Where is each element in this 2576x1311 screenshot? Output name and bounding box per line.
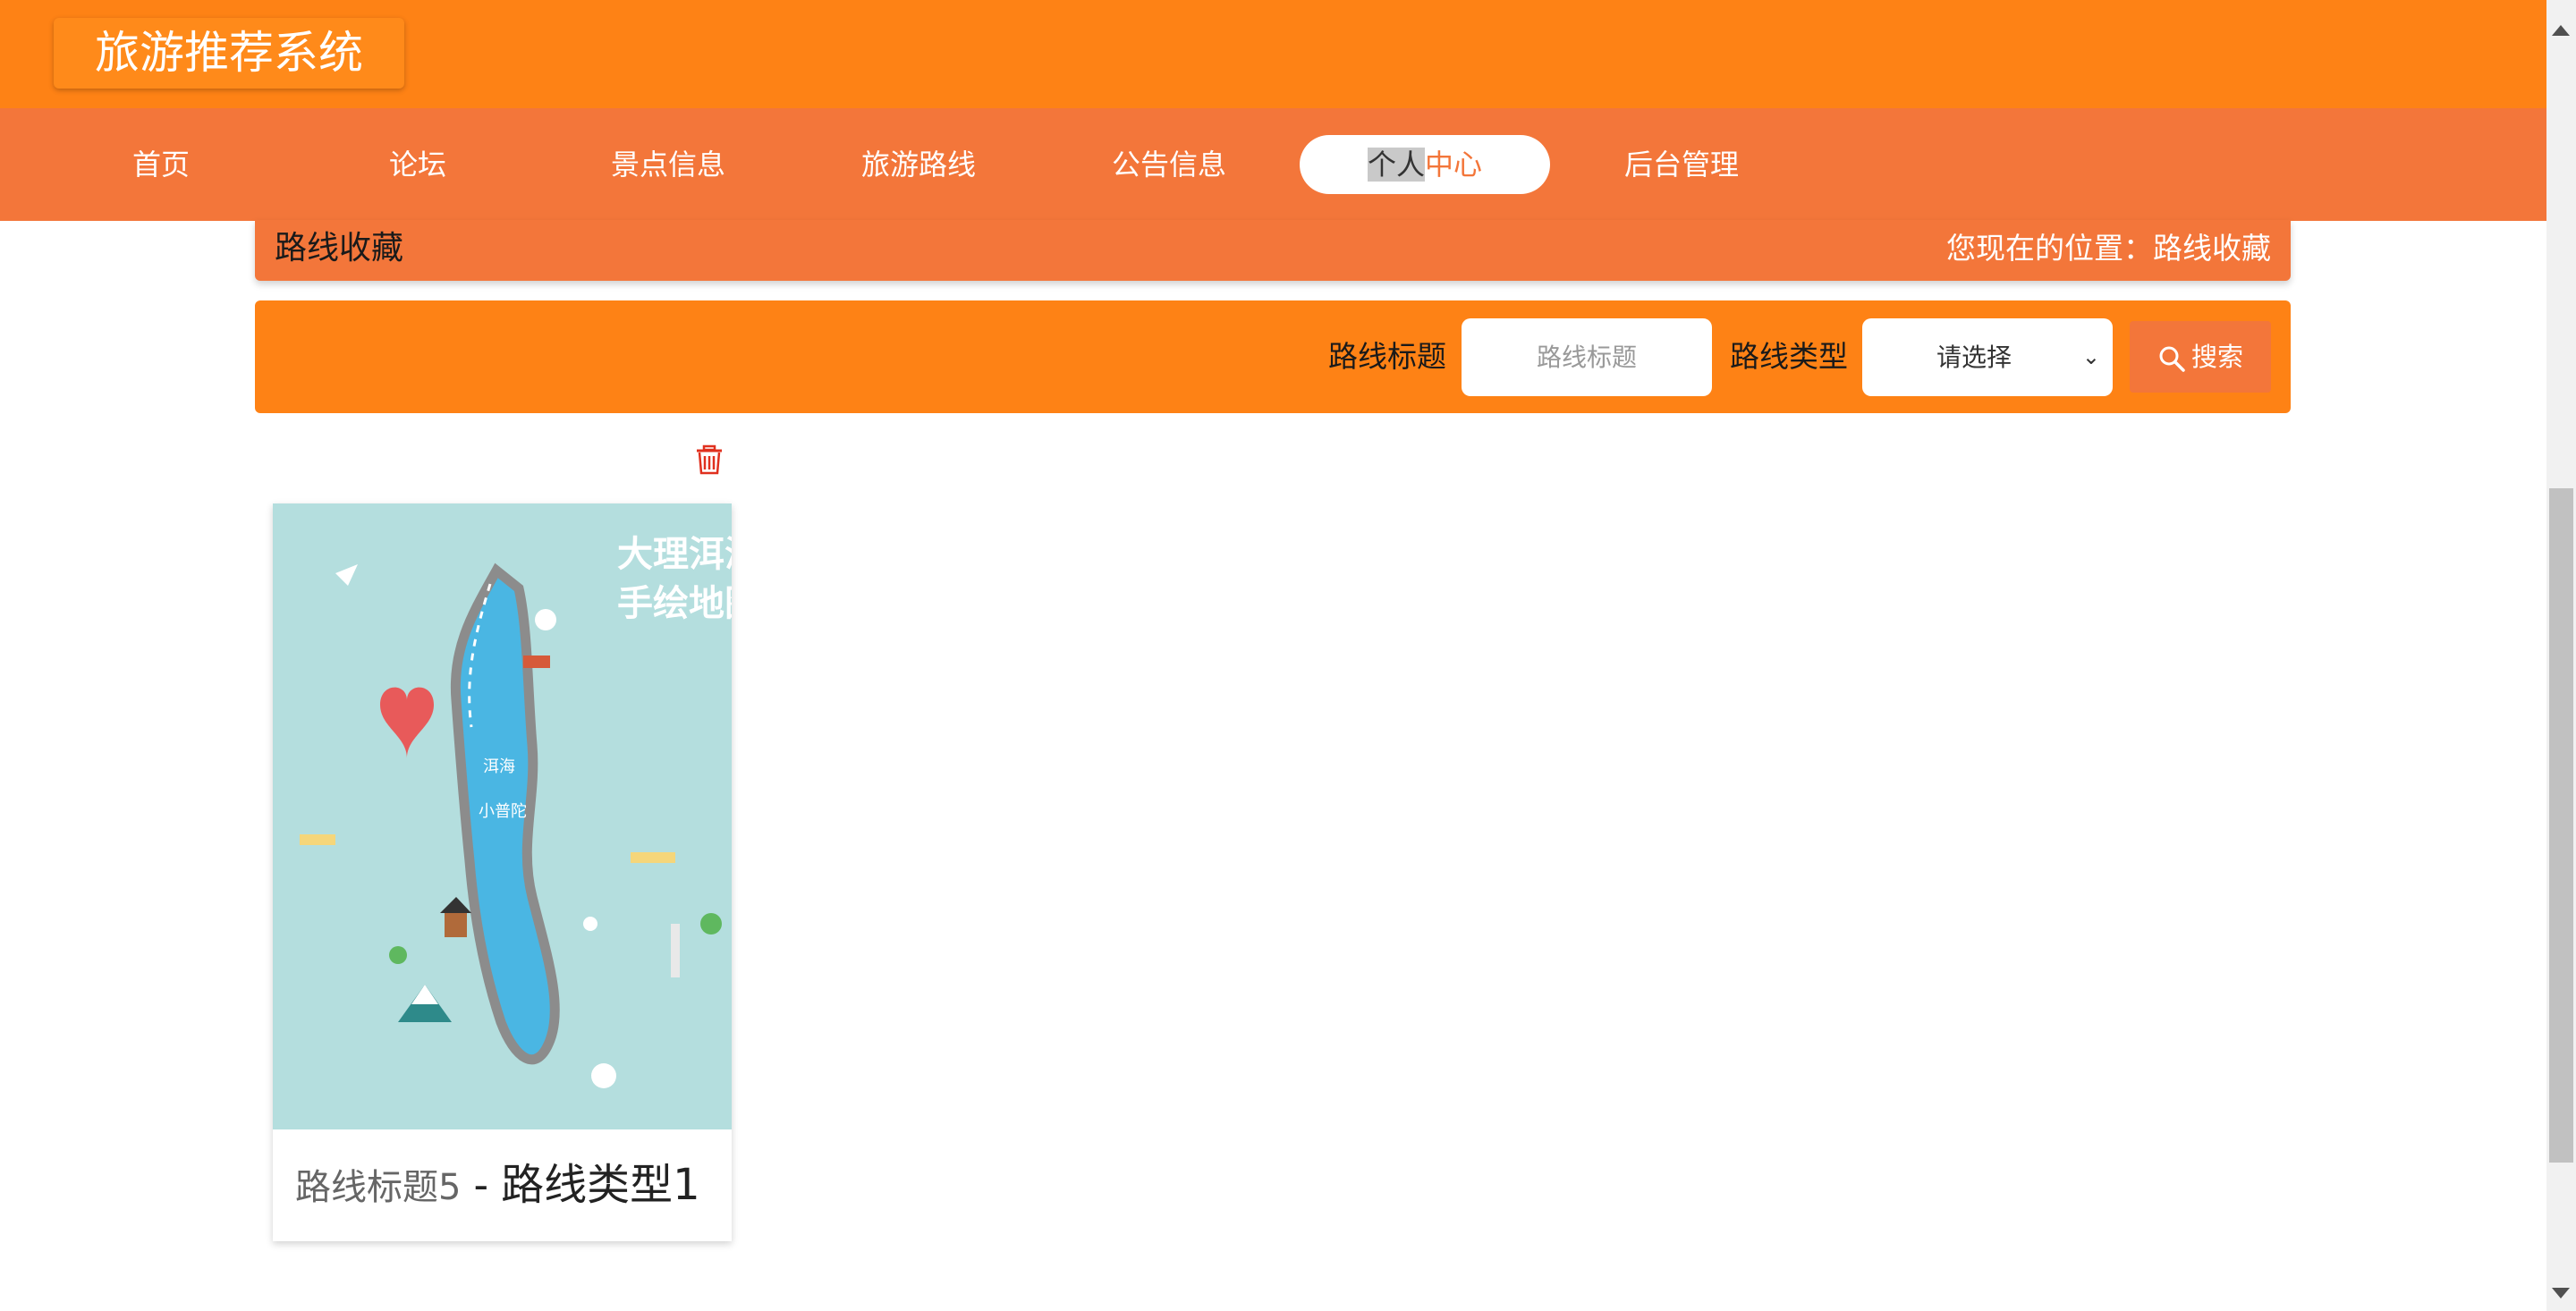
route-title-input[interactable]: 路线标题 (1462, 318, 1712, 396)
page-title: 路线收藏 (275, 230, 404, 266)
search-button[interactable]: 搜索 (2130, 321, 2271, 393)
caption-separator: - (473, 1161, 489, 1209)
route-type: 路线类型1 (501, 1160, 700, 1210)
app-title[interactable]: 旅游推荐系统 (54, 18, 404, 89)
route-type-value: 请选择 (1936, 343, 2012, 372)
route-image[interactable]: 大理洱海 手绘地图 洱海 小普陀 (273, 503, 732, 1129)
nav-personal-center[interactable]: 个人中心 (1300, 135, 1550, 194)
trash-icon[interactable] (694, 444, 724, 475)
scroll-down-icon[interactable] (2552, 1288, 2570, 1298)
nav-personal-part1: 个人 (1367, 148, 1425, 182)
route-type-select[interactable]: 请选择 ⌄ (1862, 318, 2113, 396)
nav-admin[interactable]: 后台管理 (1610, 135, 1753, 194)
map-title-line2: 手绘地图 (617, 583, 732, 624)
location-text: 您现在的位置：路线收藏 (1946, 231, 2271, 266)
search-bar: 路线标题 路线标题 路线类型 请选择 ⌄ 搜索 (255, 300, 2291, 413)
breadcrumb: 路线收藏 您现在的位置：路线收藏 (255, 220, 2291, 281)
search-button-label: 搜索 (2190, 342, 2243, 372)
main-nav: 首页 论坛 景点信息 旅游路线 公告信息 个人中心 后台管理 (0, 108, 2546, 221)
nav-attractions[interactable]: 景点信息 (597, 135, 740, 194)
map-title-line1: 大理洱海 (617, 534, 732, 575)
nav-personal-part2: 中心 (1425, 148, 1483, 182)
scroll-up-icon[interactable] (2552, 25, 2570, 36)
map-lake-label: 洱海 (483, 757, 515, 776)
nav-home[interactable]: 首页 (89, 135, 233, 194)
search-icon (2159, 346, 2185, 372)
nav-announcements[interactable]: 公告信息 (1097, 135, 1241, 194)
nav-forum[interactable]: 论坛 (346, 135, 489, 194)
route-type-label: 路线类型 (1730, 339, 1848, 374)
map-illustration: 大理洱海 手绘地图 洱海 小普陀 (273, 503, 732, 1129)
map-island-label: 小普陀 (479, 802, 527, 821)
scrollbar-thumb[interactable] (2549, 488, 2573, 1163)
route-title: 路线标题5 (295, 1167, 462, 1208)
route-caption[interactable]: 路线标题5- 路线类型1 (273, 1129, 732, 1241)
top-header: 旅游推荐系统 (0, 0, 2546, 108)
route-card[interactable]: 大理洱海 手绘地图 洱海 小普陀 路线标题5-路线类型1 (273, 503, 732, 1241)
nav-routes[interactable]: 旅游路线 (847, 135, 990, 194)
route-title-label: 路线标题 (1328, 339, 1446, 374)
chevron-down-icon: ⌄ (2081, 344, 2100, 369)
